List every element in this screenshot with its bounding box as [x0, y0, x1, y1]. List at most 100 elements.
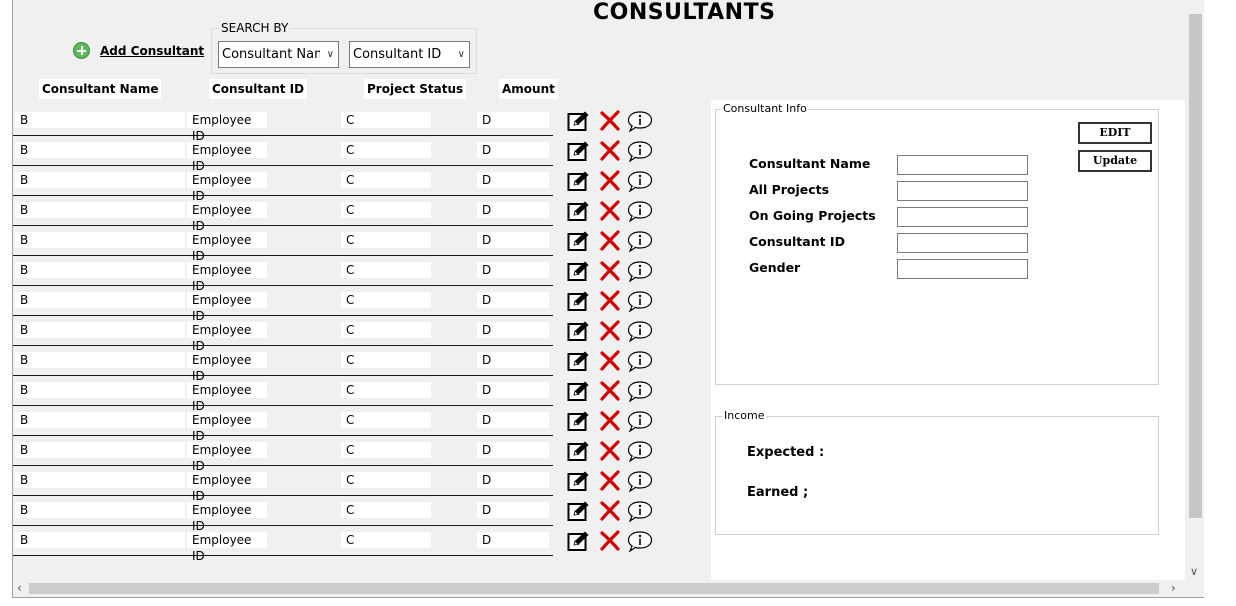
info-icon[interactable] — [627, 380, 653, 403]
table-row[interactable]: B Employee ID C D — [13, 256, 653, 293]
table-row[interactable]: B Employee ID C D — [13, 166, 653, 203]
consultant-id-cell[interactable]: Employee ID — [187, 382, 267, 413]
info-icon[interactable] — [627, 410, 653, 433]
table-row[interactable]: B Employee ID C D — [13, 226, 653, 263]
info-icon[interactable] — [627, 230, 653, 253]
amount-cell[interactable]: D — [477, 382, 549, 398]
scroll-down-icon[interactable]: ∨ — [1190, 565, 1198, 578]
chevron-down-icon[interactable]: ∨ — [458, 42, 465, 67]
consultant-name-cell[interactable]: B — [15, 382, 185, 398]
delete-icon[interactable] — [599, 200, 623, 222]
delete-icon[interactable] — [599, 230, 623, 252]
consultant-name-cell[interactable]: B — [15, 412, 185, 428]
table-row[interactable]: B Employee ID C D — [13, 466, 653, 503]
edit-icon[interactable] — [567, 170, 591, 192]
consultant-name-cell[interactable]: B — [15, 352, 185, 368]
table-row[interactable]: B Employee ID C D — [13, 346, 653, 383]
edit-icon[interactable] — [567, 110, 591, 132]
consultant-name-cell[interactable]: B — [15, 472, 185, 488]
info-icon[interactable] — [627, 290, 653, 313]
project-status-cell[interactable]: C — [341, 292, 431, 308]
project-status-cell[interactable]: C — [341, 232, 431, 248]
amount-cell[interactable]: D — [477, 232, 549, 248]
search-value-select[interactable]: Consultant ID ∨ — [349, 41, 470, 68]
edit-icon[interactable] — [567, 440, 591, 462]
consultant-id-cell[interactable]: Employee ID — [187, 202, 267, 233]
edit-icon[interactable] — [567, 290, 591, 312]
edit-icon[interactable] — [567, 530, 591, 552]
edit-icon[interactable] — [567, 350, 591, 372]
delete-icon[interactable] — [599, 410, 623, 432]
amount-cell[interactable]: D — [477, 502, 549, 518]
horizontal-scrollbar[interactable]: ‹ › — [13, 580, 1187, 597]
delete-icon[interactable] — [599, 140, 623, 162]
edit-icon[interactable] — [567, 320, 591, 342]
edit-icon[interactable] — [567, 260, 591, 282]
table-row[interactable]: B Employee ID C D — [13, 496, 653, 533]
table-row[interactable]: B Employee ID C D — [13, 316, 653, 353]
delete-icon[interactable] — [599, 260, 623, 282]
project-status-cell[interactable]: C — [341, 262, 431, 278]
consultant-name-cell[interactable]: B — [15, 232, 185, 248]
gender-field[interactable] — [897, 259, 1028, 279]
table-row[interactable]: B Employee ID C D — [13, 436, 653, 473]
delete-icon[interactable] — [599, 350, 623, 372]
ongoing-projects-field[interactable] — [897, 207, 1028, 227]
project-status-cell[interactable]: C — [341, 472, 431, 488]
consultant-id-cell[interactable]: Employee ID — [187, 142, 267, 173]
consultant-id-field[interactable] — [897, 233, 1028, 253]
project-status-cell[interactable]: C — [341, 322, 431, 338]
consultant-name-cell[interactable]: B — [15, 442, 185, 458]
info-icon[interactable] — [627, 530, 653, 553]
consultant-id-cell[interactable]: Employee ID — [187, 472, 267, 503]
consultant-id-cell[interactable]: Employee ID — [187, 292, 267, 323]
amount-cell[interactable]: D — [477, 172, 549, 188]
delete-icon[interactable] — [599, 320, 623, 342]
consultant-name-cell[interactable]: B — [15, 292, 185, 308]
amount-cell[interactable]: D — [477, 292, 549, 308]
edit-icon[interactable] — [567, 470, 591, 492]
amount-cell[interactable]: D — [477, 322, 549, 338]
scroll-right-icon[interactable]: › — [1171, 581, 1176, 595]
edit-icon[interactable] — [567, 410, 591, 432]
delete-icon[interactable] — [599, 500, 623, 522]
delete-icon[interactable] — [599, 110, 623, 132]
table-row[interactable]: B Employee ID C D — [13, 286, 653, 323]
delete-icon[interactable] — [599, 530, 623, 552]
project-status-cell[interactable]: C — [341, 382, 431, 398]
consultant-id-cell[interactable]: Employee ID — [187, 532, 267, 563]
consultant-name-cell[interactable]: B — [15, 142, 185, 158]
consultant-name-field[interactable] — [897, 155, 1028, 175]
edit-icon[interactable] — [567, 140, 591, 162]
info-icon[interactable] — [627, 110, 653, 133]
vertical-scrollbar[interactable]: ∨ — [1187, 0, 1204, 580]
project-status-cell[interactable]: C — [341, 202, 431, 218]
consultant-id-cell[interactable]: Employee ID — [187, 352, 267, 383]
consultant-id-cell[interactable]: Employee ID — [187, 262, 267, 293]
update-button[interactable]: Update — [1078, 150, 1152, 172]
vertical-scroll-thumb[interactable] — [1189, 14, 1202, 518]
consultant-name-cell[interactable]: B — [15, 532, 185, 548]
consultant-name-cell[interactable]: B — [15, 322, 185, 338]
consultant-id-cell[interactable]: Employee ID — [187, 172, 267, 203]
info-icon[interactable] — [627, 470, 653, 493]
amount-cell[interactable]: D — [477, 202, 549, 218]
project-status-cell[interactable]: C — [341, 442, 431, 458]
project-status-cell[interactable]: C — [341, 112, 431, 128]
add-circle-icon[interactable] — [73, 42, 90, 59]
consultant-name-cell[interactable]: B — [15, 172, 185, 188]
scroll-left-icon[interactable]: ‹ — [17, 581, 22, 595]
consultant-id-cell[interactable]: Employee ID — [187, 322, 267, 353]
edit-button[interactable]: EDIT — [1078, 122, 1152, 144]
info-icon[interactable] — [627, 170, 653, 193]
consultant-name-cell[interactable]: B — [15, 262, 185, 278]
chevron-down-icon[interactable]: ∨ — [327, 42, 334, 67]
consultant-name-cell[interactable]: B — [15, 502, 185, 518]
add-consultant-button[interactable]: Add Consultant — [73, 42, 204, 59]
consultant-name-cell[interactable]: B — [15, 202, 185, 218]
edit-icon[interactable] — [567, 200, 591, 222]
consultant-id-cell[interactable]: Employee ID — [187, 232, 267, 263]
delete-icon[interactable] — [599, 440, 623, 462]
info-icon[interactable] — [627, 500, 653, 523]
project-status-cell[interactable]: C — [341, 502, 431, 518]
